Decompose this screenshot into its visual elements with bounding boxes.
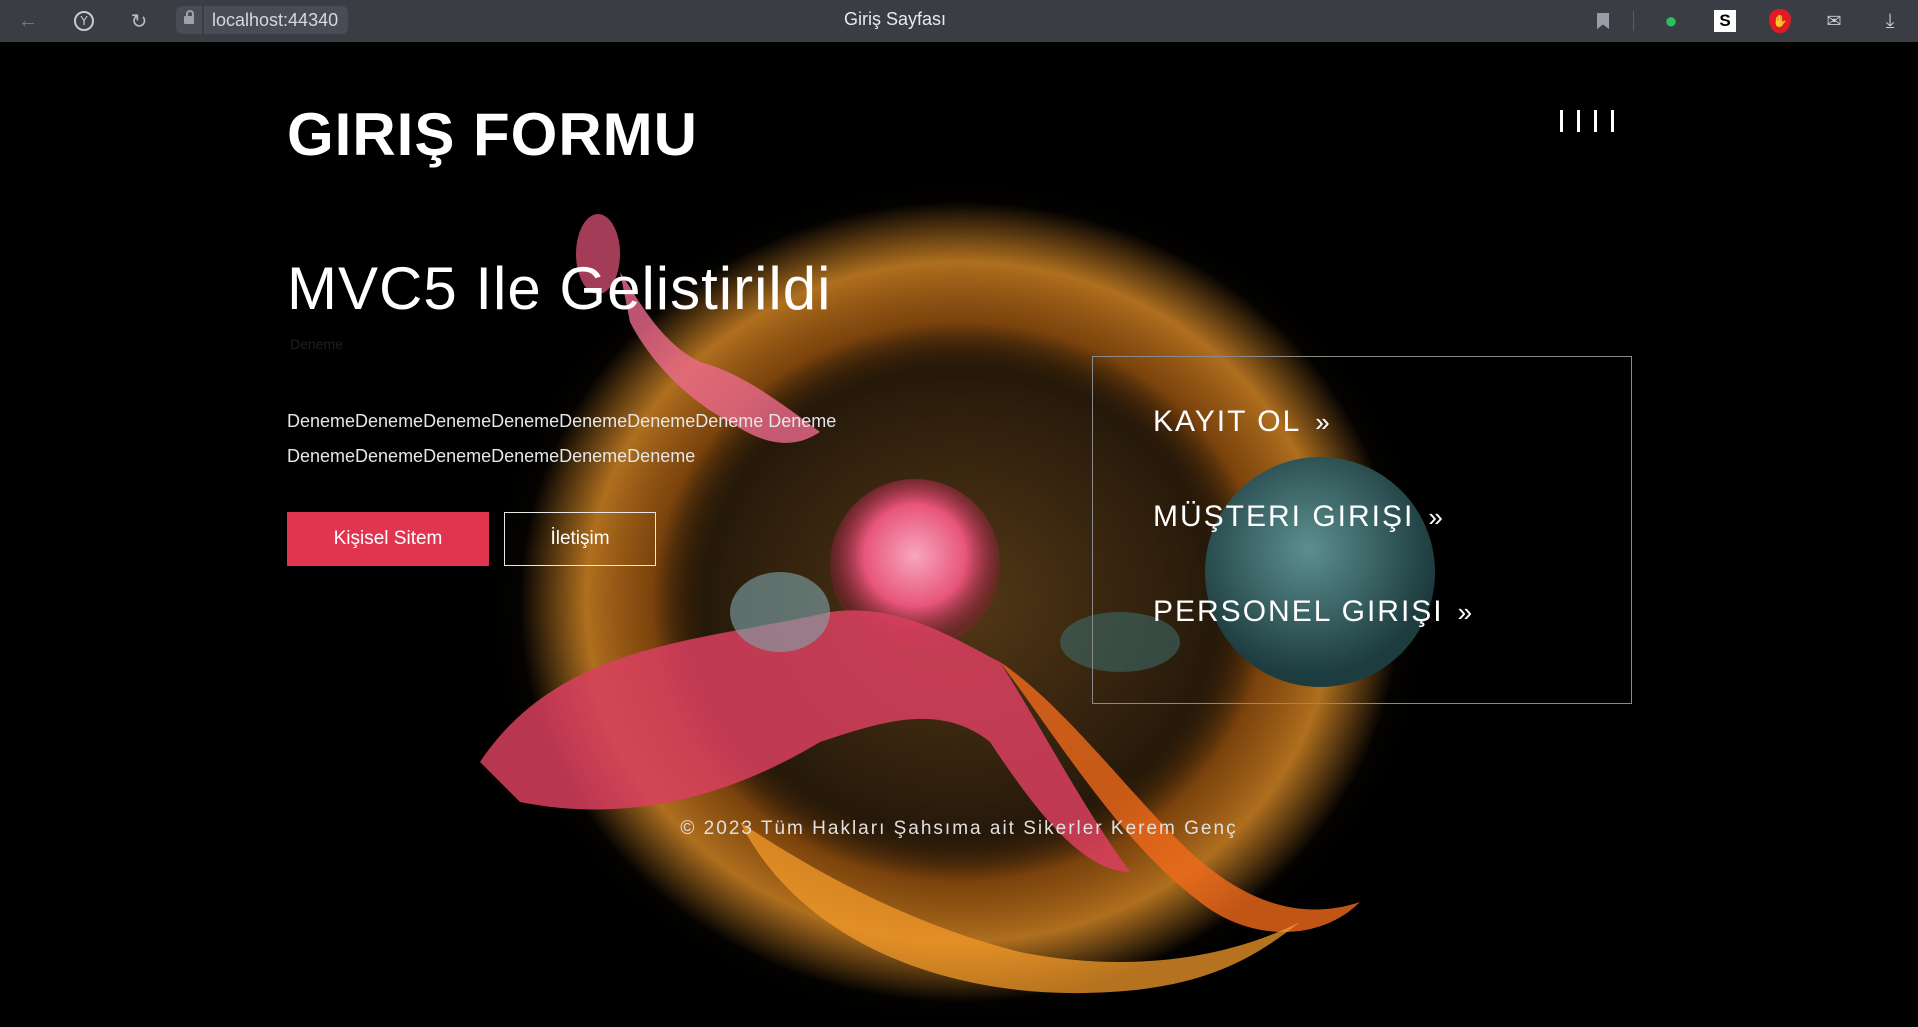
hamburger-bar — [1560, 110, 1563, 132]
download-icon[interactable]: ⤓ — [1877, 8, 1903, 34]
login-options-panel: KAYIT OL » MÜŞTERI GIRIŞI » PERSONEL GIRIŞ… — [1092, 356, 1632, 704]
yandex-icon[interactable]: Y — [72, 9, 96, 33]
hamburger-bar — [1611, 110, 1614, 132]
staff-login-link[interactable]: PERSONEL GIRIŞI » — [1153, 595, 1474, 629]
address-bar[interactable]: localhost:44340 — [176, 6, 349, 34]
browser-toolbar: ← Y ↻ localhost:44340 Giriş Sayfası ● S … — [0, 0, 1918, 42]
hero-subtle-text: Deneme — [290, 336, 343, 352]
reload-icon[interactable]: ↻ — [127, 9, 151, 33]
url-text[interactable]: localhost:44340 — [204, 6, 349, 34]
evernote-icon[interactable]: ● — [1658, 8, 1684, 34]
customer-login-label: MÜŞTERI GIRIŞI — [1153, 500, 1415, 533]
back-icon[interactable]: ← — [16, 9, 40, 33]
chevron-right-icon: » — [1315, 407, 1332, 437]
contact-button[interactable]: İletişim — [504, 512, 656, 566]
ublock-icon[interactable]: ✋ — [1767, 8, 1793, 34]
register-link-label: KAYIT OL — [1153, 405, 1302, 438]
staff-login-label: PERSONEL GIRIŞI — [1153, 595, 1444, 628]
chevron-right-icon: » — [1428, 502, 1445, 532]
hamburger-bar — [1594, 110, 1597, 132]
hero-headline: MVC5 Ile Gelistirildi — [287, 255, 832, 322]
bookmark-icon[interactable] — [1590, 8, 1616, 34]
page-title: GIRIŞ FORMU — [287, 101, 698, 168]
chevron-right-icon: » — [1457, 597, 1475, 627]
customer-login-link[interactable]: MÜŞTERI GIRIŞI » — [1153, 500, 1445, 534]
translate-icon[interactable]: ✉ — [1821, 8, 1847, 34]
hamburger-bar — [1577, 110, 1580, 132]
s-extension-icon[interactable]: S — [1712, 8, 1738, 34]
register-link[interactable]: KAYIT OL » — [1153, 405, 1332, 439]
lock-icon[interactable] — [176, 6, 202, 34]
footer-copyright: © 2023 Tüm Hakları Şahsıma ait Sikerler … — [680, 818, 1238, 839]
toolbar-divider — [1633, 11, 1634, 31]
login-page: GIRIŞ FORMU MVC5 Ile Gelistirildi Deneme… — [0, 42, 1918, 1027]
hero-body-text: DenemeDenemeDenemeDenemeDenemeDenemeDene… — [287, 411, 837, 466]
hamburger-icon[interactable] — [1560, 110, 1614, 132]
personal-site-button[interactable]: Kişisel Sitem — [287, 512, 489, 566]
